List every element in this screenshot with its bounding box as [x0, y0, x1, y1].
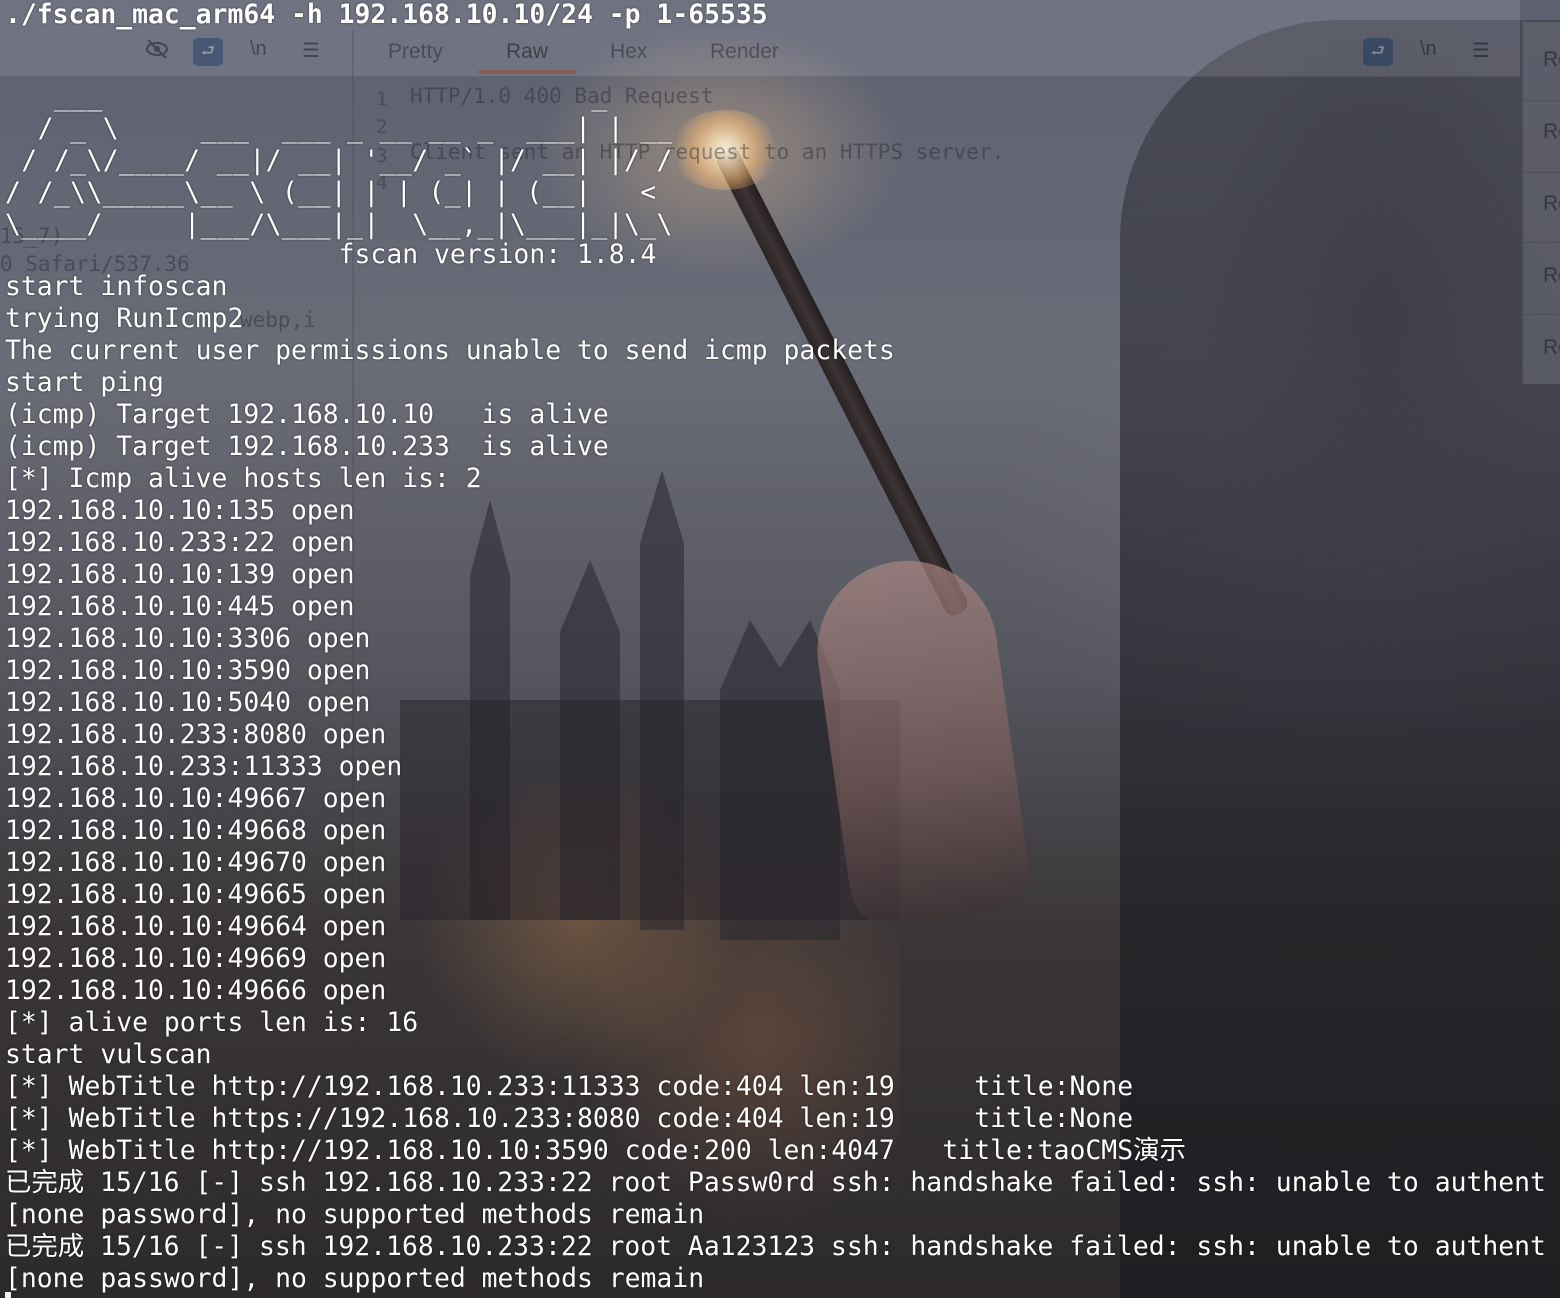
output-line: 192.168.10.10:49666 open [5, 975, 387, 1006]
output-line: 192.168.10.10:3306 open [5, 623, 371, 654]
output-line: start infoscan [5, 271, 228, 302]
output-line: [none password], no supported methods re… [5, 1199, 705, 1230]
ascii-banner-line: / _ \ ___ ___ _ __ __ _ ___| | __ [5, 113, 690, 144]
output-line: 192.168.10.233:8080 open [5, 719, 387, 750]
output-line: 192.168.10.10:139 open [5, 559, 355, 590]
ascii-banner-line: ___ _ [5, 81, 673, 112]
ascii-banner-line: \____/ |___/\___|_| \__,_|\___|_|\_\ [5, 209, 722, 240]
command-line: ./fscan_mac_arm64 -h 192.168.10.10/24 -p… [5, 0, 768, 30]
ascii-banner-line: / /_\/____/ __|/ __| '__/ _` |/ __| |/ / [5, 145, 673, 176]
output-line: (icmp) Target 192.168.10.10 is alive [5, 399, 609, 430]
output-line: 192.168.10.10:49664 open [5, 911, 387, 942]
output-line: [*] Icmp alive hosts len is: 2 [5, 463, 482, 494]
output-line: 192.168.10.10:49665 open [5, 879, 387, 910]
output-line: 192.168.10.10:49669 open [5, 943, 387, 974]
output-line: 192.168.10.10:49667 open [5, 783, 387, 814]
output-line: 192.168.10.10:135 open [5, 495, 355, 526]
output-line: 192.168.10.10:49670 open [5, 847, 387, 878]
output-line: 192.168.10.10:445 open [5, 591, 355, 622]
ascii-banner-line: / /_\\_____\__ \ (__| | | (_| | (__| < [5, 177, 722, 208]
output-line: [*] WebTitle http://192.168.10.10:3590 c… [5, 1135, 1186, 1166]
output-line: start ping [5, 367, 164, 398]
output-line: 192.168.10.233:11333 open [5, 751, 403, 782]
output-line: (icmp) Target 192.168.10.233 is alive [5, 431, 609, 462]
output-line: [*] alive ports len is: 16 [5, 1007, 419, 1038]
output-line: 已完成 15/16 [-] ssh 192.168.10.233:22 root… [5, 1231, 1546, 1262]
output-line: [none password], no supported methods re… [5, 1263, 705, 1294]
output-line: 192.168.10.10:5040 open [5, 687, 371, 718]
output-line: 192.168.10.10:3590 open [5, 655, 371, 686]
output-line: [*] WebTitle http://192.168.10.233:11333… [5, 1071, 1134, 1102]
version-line: fscan version: 1.8.4 [5, 239, 657, 270]
output-line: 192.168.10.233:22 open [5, 527, 355, 558]
output-line: trying RunIcmp2 [5, 303, 244, 334]
desktop: ⮐ \n ☰ Pretty Raw Hex Render ⮐ \n ☰ 1 HT… [0, 0, 1560, 1298]
terminal-cursor [5, 1292, 11, 1298]
output-line: 已完成 15/16 [-] ssh 192.168.10.233:22 root… [5, 1167, 1546, 1198]
output-line: 192.168.10.10:49668 open [5, 815, 387, 846]
output-line: The current user permissions unable to s… [5, 335, 895, 366]
output-line: [*] WebTitle https://192.168.10.233:8080… [5, 1103, 1134, 1134]
output-line: start vulscan [5, 1039, 212, 1070]
terminal-window[interactable]: ./fscan_mac_arm64 -h 192.168.10.10/24 -p… [0, 0, 1560, 1298]
